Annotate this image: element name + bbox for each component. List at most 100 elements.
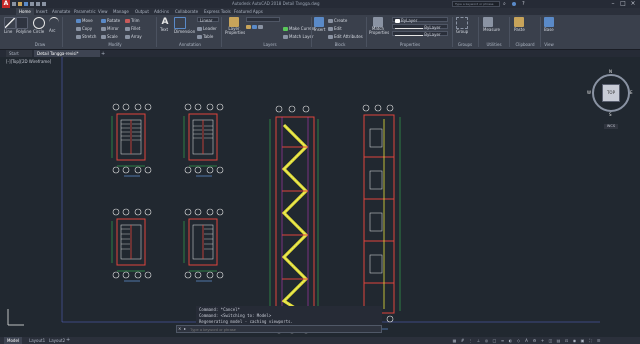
user-icon[interactable] xyxy=(512,2,516,6)
linear-dropdown[interactable]: Linear xyxy=(197,17,219,23)
selection-cycling-icon[interactable]: ◇ xyxy=(516,338,521,343)
modify-panel-title[interactable]: Modify xyxy=(95,42,135,48)
utilities-panel-title[interactable]: Utilities xyxy=(482,42,506,48)
draw-panel-title[interactable]: Draw xyxy=(20,42,60,48)
table-button[interactable]: Table xyxy=(197,34,213,39)
tab-home[interactable]: Home xyxy=(16,8,34,15)
print-icon[interactable] xyxy=(30,2,34,6)
linetype-dropdown[interactable]: ByLayer xyxy=(392,31,448,37)
snap-icon[interactable]: ⋮ xyxy=(468,338,473,343)
text-button[interactable]: A Text xyxy=(160,17,170,32)
tab-insert[interactable]: Insert xyxy=(36,8,47,15)
new-file-icon[interactable] xyxy=(12,2,16,6)
lineweight-dropdown[interactable]: ByLayer xyxy=(392,24,448,30)
help-icon[interactable]: ? xyxy=(522,1,528,7)
osnap-icon[interactable]: □ xyxy=(492,338,497,343)
compass-north[interactable]: N xyxy=(609,69,612,74)
match-properties-button[interactable]: Match Properties xyxy=(369,17,389,35)
fillet-button[interactable]: Fillet xyxy=(125,26,140,31)
copy-button[interactable]: Copy xyxy=(76,26,92,31)
transparency-icon[interactable]: ◐ xyxy=(508,338,513,343)
compass-south[interactable]: S xyxy=(609,112,612,117)
close-icon[interactable]: × xyxy=(628,0,638,8)
workspace-gear-icon[interactable]: ⚙ xyxy=(532,338,537,343)
color-dropdown[interactable]: ByLayer xyxy=(392,17,448,23)
redo-icon[interactable] xyxy=(42,2,46,6)
group-button[interactable]: Group xyxy=(456,17,468,34)
tab-addins[interactable]: Add-ins xyxy=(154,8,169,15)
grid-icon[interactable]: # xyxy=(460,338,465,343)
search-icon[interactable]: ⌕ xyxy=(503,1,509,7)
layer-on-icon[interactable] xyxy=(246,25,251,29)
maximize-icon[interactable]: □ xyxy=(618,0,628,8)
annotation-panel-title[interactable]: Annotation xyxy=(170,42,210,48)
measure-button[interactable]: Measure xyxy=(483,17,500,32)
tab-detail-tangga[interactable]: Detail Tangga-revisi* xyxy=(34,50,100,57)
clean-screen-icon[interactable]: ⛶ xyxy=(588,338,593,343)
viewcube[interactable]: TOP N S E W xyxy=(587,69,634,117)
arc-button[interactable]: Arc xyxy=(49,17,59,33)
layer-freeze-icon[interactable] xyxy=(252,25,257,29)
tab-parametric[interactable]: Parametric xyxy=(74,8,96,15)
tab-express-tools[interactable]: Express Tools xyxy=(204,8,231,15)
wcs-menu[interactable]: WCS xyxy=(604,124,618,129)
edit-attributes-button[interactable]: Edit Attributes xyxy=(328,34,363,39)
tab-collaborate[interactable]: Collaborate xyxy=(175,8,198,15)
hardware-acceleration-icon[interactable]: ▣ xyxy=(580,338,585,343)
layer-lock-icon[interactable] xyxy=(258,25,263,29)
mirror-button[interactable]: Mirror xyxy=(101,26,119,31)
layer-dropdown[interactable] xyxy=(246,17,280,22)
polar-icon[interactable]: ◎ xyxy=(484,338,489,343)
tab-annotate[interactable]: Annotate xyxy=(52,8,70,15)
undo-icon[interactable] xyxy=(36,2,40,6)
autocad-logo-icon[interactable]: A xyxy=(2,0,10,8)
compass-west[interactable]: W xyxy=(587,90,591,95)
edit-block-button[interactable]: Edit xyxy=(328,26,342,31)
scale-button[interactable]: Scale xyxy=(101,34,118,39)
annotation-monitor-icon[interactable]: + xyxy=(540,338,545,343)
polyline-button[interactable]: Polyline xyxy=(16,17,31,34)
minimize-icon[interactable]: – xyxy=(608,0,618,8)
view-panel-title[interactable]: View xyxy=(539,42,559,48)
base-button[interactable]: Base xyxy=(544,17,554,32)
paste-button[interactable]: Paste xyxy=(514,17,525,32)
insert-button[interactable]: Insert xyxy=(314,17,325,32)
move-button[interactable]: Move xyxy=(76,18,93,23)
groups-panel-title[interactable]: Groups xyxy=(455,42,475,48)
lock-ui-icon[interactable]: ⊡ xyxy=(564,338,569,343)
array-button[interactable]: Array xyxy=(125,34,142,39)
customization-menu-icon[interactable]: ☰ xyxy=(596,338,601,343)
clipboard-panel-title[interactable]: Clipboard xyxy=(512,42,538,48)
layers-panel-title[interactable]: Layers xyxy=(250,42,290,48)
tab-output[interactable]: Output xyxy=(135,8,149,15)
block-panel-title[interactable]: Block xyxy=(320,42,360,48)
quick-properties-icon[interactable]: ▤ xyxy=(556,338,561,343)
isolate-objects-icon[interactable]: ◉ xyxy=(572,338,577,343)
annotation-scale-icon[interactable]: A xyxy=(524,338,529,343)
line-button[interactable]: Line xyxy=(4,17,16,34)
viewcube-top-face[interactable]: TOP xyxy=(602,84,620,102)
circle-button[interactable]: Circle xyxy=(33,17,45,34)
tab-manage[interactable]: Manage xyxy=(113,8,129,15)
ortho-icon[interactable]: ⊥ xyxy=(476,338,481,343)
model-space-icon[interactable]: ▦ xyxy=(452,338,457,343)
units-icon[interactable]: ◫ xyxy=(548,338,553,343)
open-file-icon[interactable] xyxy=(18,2,22,6)
close-command-line-icon[interactable]: × xyxy=(178,326,181,331)
tab-view[interactable]: View xyxy=(98,8,108,15)
create-block-button[interactable]: Create xyxy=(328,18,347,23)
save-icon[interactable] xyxy=(24,2,28,6)
tab-featured-apps[interactable]: Featured Apps xyxy=(234,8,263,15)
match-layer-button[interactable]: Match Layer xyxy=(283,34,314,39)
search-input[interactable]: Type a keyword or phrase xyxy=(452,1,500,7)
tab-layout2[interactable]: Layout2 xyxy=(46,337,68,344)
properties-panel-title[interactable]: Properties xyxy=(390,42,430,48)
tab-model[interactable]: Model xyxy=(4,337,23,344)
lineweight-icon[interactable]: ≡ xyxy=(500,338,505,343)
rotate-button[interactable]: Rotate xyxy=(101,18,120,23)
compass-east[interactable]: E xyxy=(630,90,633,95)
layer-properties-button[interactable]: Layer Properties xyxy=(225,17,245,35)
leader-button[interactable]: Leader xyxy=(197,26,217,31)
dimension-button[interactable]: Dimension xyxy=(174,17,195,34)
trim-button[interactable]: Trim xyxy=(125,18,140,23)
